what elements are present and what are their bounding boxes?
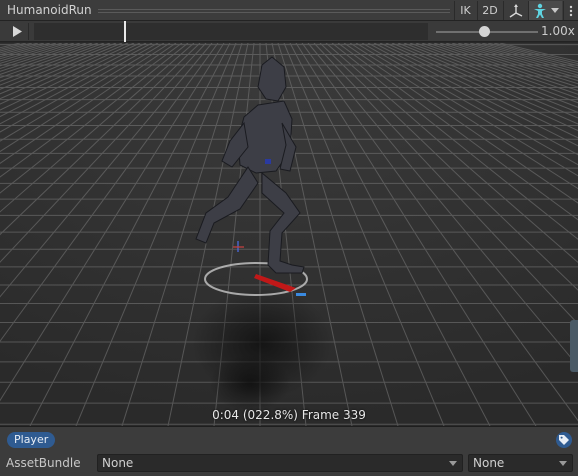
timeline-scrubber[interactable] [34, 23, 428, 40]
2d-toggle-button[interactable]: 2D [477, 1, 502, 20]
pivot-gizmo-icon [509, 3, 522, 18]
more-menu-icon [569, 5, 573, 16]
avatar-preview-dropdown[interactable] [528, 1, 562, 20]
preview-title: HumanoidRun [7, 3, 92, 17]
dropdown-arrow-icon [551, 7, 559, 13]
ik-toggle-button[interactable]: IK [454, 1, 476, 20]
title-drag-handle[interactable] [98, 9, 450, 13]
playback-status-text: 0:04 (022.8%) Frame 339 [212, 408, 366, 422]
chevron-down-icon [559, 461, 567, 466]
assetbundle-name-value: None [102, 456, 134, 470]
viewport-side-handle[interactable] [570, 320, 578, 372]
play-icon [12, 26, 22, 37]
assetbundle-variant-value: None [473, 456, 505, 470]
play-button[interactable] [5, 23, 29, 40]
label-icon [559, 435, 569, 445]
assetbundle-name-dropdown[interactable]: None [97, 454, 463, 472]
assetbundle-variant-dropdown[interactable]: None [468, 454, 573, 472]
timeline-bar: 1.00x [0, 21, 578, 42]
chevron-down-icon [449, 461, 457, 466]
ground-grid [0, 43, 578, 426]
asset-label-tag[interactable]: Player [7, 432, 56, 448]
asset-info-panel: Player AssetBundle None None [0, 426, 578, 476]
playback-speed-value: 1.00x [541, 24, 575, 38]
pivot-toggle-button[interactable] [503, 1, 527, 20]
more-menu-button[interactable] [563, 1, 578, 20]
preview-viewport[interactable]: 0:04 (022.8%) Frame 339 [0, 43, 578, 426]
avatar-icon [534, 3, 546, 18]
asset-labels-button[interactable] [556, 432, 572, 448]
playback-speed-knob[interactable] [479, 26, 490, 37]
assetbundle-label: AssetBundle [6, 456, 81, 470]
timeline-playhead[interactable] [124, 21, 126, 42]
preview-header: HumanoidRun IK 2D [0, 0, 578, 21]
